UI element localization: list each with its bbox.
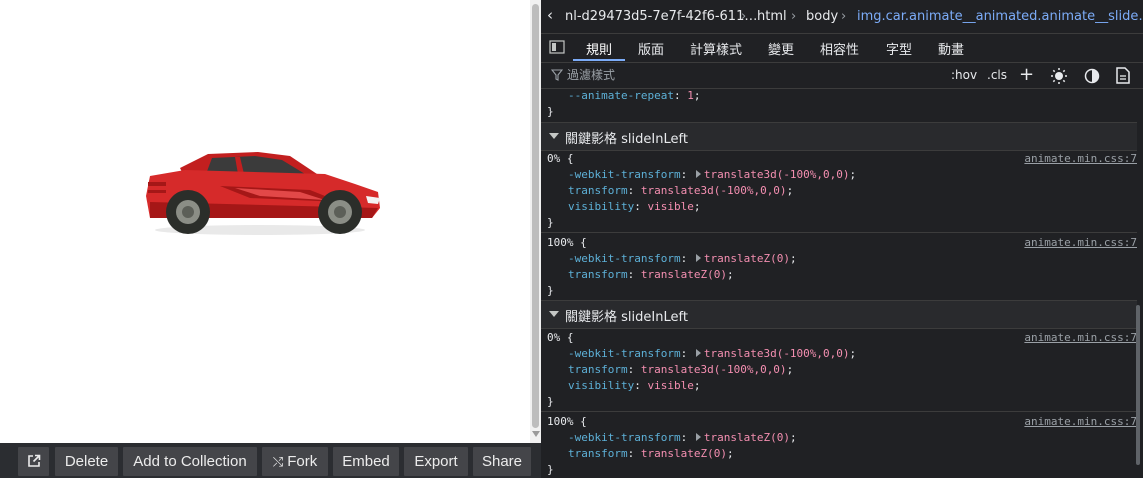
rule-declaration[interactable]: transform: translateZ(0); — [568, 447, 734, 460]
sidebar-toggle-icon[interactable] — [549, 40, 565, 54]
light-mode-icon[interactable] — [1050, 67, 1068, 85]
share-button[interactable]: Share — [473, 447, 531, 476]
add-rule-icon[interactable]: + — [1019, 64, 1034, 85]
rule-declaration[interactable]: -webkit-transform: translateZ(0); — [568, 431, 797, 444]
breadcrumb: ‹ nl-d29473d5-7e7f-42f6-611… › html › bo… — [541, 0, 1143, 33]
expand-triangle-icon[interactable] — [695, 254, 701, 262]
collapse-triangle-icon[interactable] — [549, 311, 559, 317]
filter-icon — [551, 69, 563, 81]
tab-changes[interactable]: 變更 — [768, 39, 794, 58]
keyframes-title: 關鍵影格 slideInLeft — [565, 132, 688, 147]
breadcrumb-frame[interactable]: nl-d29473d5-7e7f-42f6-611… — [565, 9, 757, 24]
add-to-collection-button[interactable]: Add to Collection — [123, 447, 257, 476]
chevron-right-icon: › — [791, 9, 797, 24]
car-image — [146, 152, 380, 235]
rule-close-brace: } — [547, 284, 554, 297]
keyframes-section-header[interactable]: 關鍵影格 slideInLeft — [541, 300, 1137, 329]
delete-button[interactable]: Delete — [55, 447, 118, 476]
breadcrumb-element[interactable]: img.car.animate__animated.animate__slide… — [857, 9, 1143, 24]
tab-animations[interactable]: 動畫 — [938, 39, 964, 58]
filter-bar: :hov .cls + — [541, 62, 1143, 89]
tab-compatibility[interactable]: 相容性 — [820, 39, 859, 58]
keyframes-section-header[interactable]: 關鍵影格 slideInLeft — [541, 122, 1137, 151]
scroll-down-arrow-icon[interactable] — [532, 431, 540, 437]
rule-declaration[interactable]: visibility: visible; — [568, 379, 700, 392]
embed-button[interactable]: Embed — [333, 447, 399, 476]
breadcrumb-body[interactable]: body — [806, 9, 838, 24]
rule-close-brace: } — [547, 216, 554, 229]
fork-button[interactable]: ⤭ Fork — [262, 447, 328, 476]
collapse-triangle-icon[interactable] — [549, 133, 559, 139]
filter-styles-input[interactable] — [567, 67, 867, 83]
source-link[interactable]: animate.min.css:7 — [1024, 152, 1137, 165]
active-tab-indicator — [573, 59, 625, 61]
devtools-tabs: 規則 版面 計算樣式 變更 相容性 字型 動畫 — [541, 33, 1143, 63]
expand-triangle-icon[interactable] — [695, 433, 701, 441]
rule-divider — [541, 411, 1137, 412]
rule-declaration[interactable]: -webkit-transform: translate3d(-100%,0,0… — [568, 347, 856, 360]
dark-mode-icon[interactable] — [1084, 68, 1100, 84]
rule-close-brace: } — [547, 463, 554, 476]
keyframe-selector: 100% { — [547, 236, 587, 249]
rule-close-brace: } — [547, 105, 554, 118]
chevron-right-icon: › — [741, 9, 747, 24]
rule-declaration[interactable]: transform: translate3d(-100%,0,0); — [568, 363, 793, 376]
preview-pane — [0, 0, 530, 443]
tab-layout[interactable]: 版面 — [638, 39, 664, 58]
bottom-toolbar: Delete Add to Collection ⤭ Fork Embed Exp… — [0, 443, 541, 478]
chevron-left-icon[interactable]: ‹ — [547, 6, 553, 24]
keyframe-selector: 0% { — [547, 152, 574, 165]
preview-scrollbar[interactable] — [530, 0, 541, 443]
rule-declaration[interactable]: -webkit-transform: translate3d(-100%,0,0… — [568, 168, 856, 181]
open-in-new-window-button[interactable] — [18, 447, 49, 476]
chevron-right-icon: › — [841, 9, 847, 24]
expand-triangle-icon[interactable] — [695, 349, 701, 357]
print-media-icon[interactable] — [1116, 67, 1130, 84]
breadcrumb-html[interactable]: html — [757, 9, 787, 24]
rules-list: --animate-repeat: 1; } 關鍵影格 slideInLeft … — [541, 89, 1137, 478]
tab-fonts[interactable]: 字型 — [886, 39, 912, 58]
devtools-scrollbar[interactable] — [1136, 305, 1140, 465]
source-link[interactable]: animate.min.css:7 — [1024, 236, 1137, 249]
expand-triangle-icon[interactable] — [695, 170, 701, 178]
rule-declaration[interactable]: transform: translate3d(-100%,0,0); — [568, 184, 793, 197]
rule-divider — [541, 232, 1137, 233]
class-toggle[interactable]: .cls — [987, 68, 1007, 82]
source-link[interactable]: animate.min.css:7 — [1024, 415, 1137, 428]
tab-computed[interactable]: 計算樣式 — [690, 39, 742, 58]
source-link[interactable]: animate.min.css:7 — [1024, 331, 1137, 344]
fork-icon: ⤭ — [272, 454, 284, 469]
rule-declaration[interactable]: transform: translateZ(0); — [568, 268, 734, 281]
fork-label: Fork — [287, 453, 318, 470]
rule-declaration[interactable]: visibility: visible; — [568, 200, 700, 213]
keyframe-selector: 0% { — [547, 331, 574, 344]
rule-declaration[interactable]: -webkit-transform: translateZ(0); — [568, 252, 797, 265]
tab-rules[interactable]: 規則 — [586, 39, 612, 58]
external-link-icon — [27, 454, 40, 467]
preview-scrollbar-thumb[interactable] — [532, 4, 539, 428]
keyframe-selector: 100% { — [547, 415, 587, 428]
export-button[interactable]: Export — [404, 447, 468, 476]
rule-close-brace: } — [547, 395, 554, 408]
rule-declaration[interactable]: --animate-repeat: 1; — [568, 89, 700, 102]
keyframes-title: 關鍵影格 slideInLeft — [565, 310, 688, 325]
devtools-panel: ‹ nl-d29473d5-7e7f-42f6-611… › html › bo… — [541, 0, 1143, 478]
hover-state-toggle[interactable]: :hov — [951, 68, 977, 82]
